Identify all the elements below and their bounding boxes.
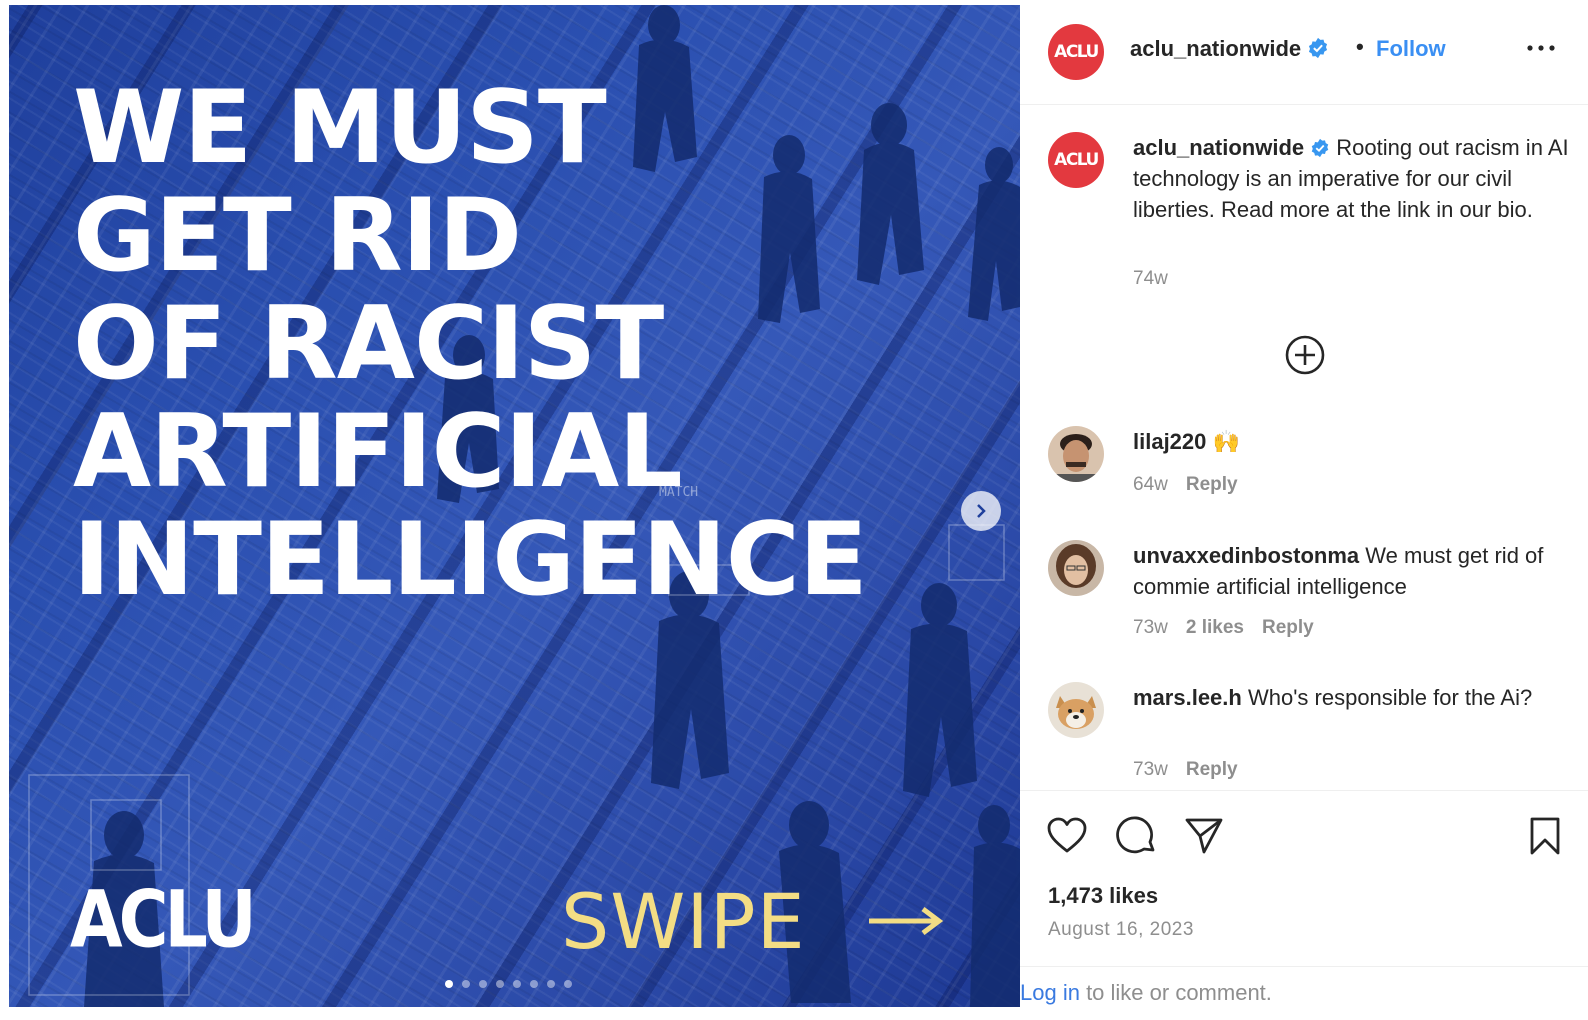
carousel-dot [530,980,538,988]
comment-username[interactable]: unvaxxedinbostonma [1133,543,1359,568]
carousel-dot [513,980,521,988]
swipe-label: SWIPE [561,877,806,966]
reply-button[interactable]: Reply [1186,474,1238,495]
comment-meta: 73w Reply [1133,759,1256,781]
post-header: ACLU aclu_nationwide • Follow [1020,0,1588,105]
headline-line: OF RACIST [73,284,664,402]
comment-likes[interactable]: 2 likes [1186,617,1244,638]
verified-badge-icon [1309,37,1328,59]
comment-icon[interactable] [1115,815,1157,857]
user-photo-icon [1048,540,1104,596]
dog-photo-icon [1048,682,1104,738]
carousel-indicator [445,980,572,988]
heart-icon[interactable] [1046,815,1088,857]
verified-badge-icon [1311,138,1329,158]
carousel-dot [547,980,555,988]
reply-button[interactable]: Reply [1186,759,1238,780]
caption-username[interactable]: aclu_nationwide [1133,135,1304,160]
comment-username[interactable]: lilaj220 [1133,429,1206,454]
author-username[interactable]: aclu_nationwide [1130,36,1301,61]
comment-time[interactable]: 73w [1133,759,1168,780]
carousel-dot [564,980,572,988]
caption-text-block: aclu_nationwide Rooting out racism in AI… [1133,132,1573,225]
headline-line: INTELLIGENCE [73,500,868,618]
login-prompt-text: to like or comment. [1079,980,1272,1005]
follow-button[interactable]: Follow [1376,36,1446,62]
swipe-arrow-icon [869,907,943,935]
post-date: August 16, 2023 [1048,919,1194,940]
post-headline: WE MUST GET RID OF RACIST ARTIFICIAL INT… [73,68,868,618]
comment-text-block: mars.lee.h Who's responsible for the Ai? [1133,682,1573,713]
headline-line: GET RID [73,176,522,294]
carousel-dot [445,980,453,988]
avatar[interactable] [1048,682,1104,738]
bookmark-icon[interactable] [1524,815,1566,857]
login-prompt: Log in to like or comment. [1020,966,1588,1020]
carousel-dot [479,980,487,988]
comment-text: Who's responsible for the Ai? [1247,685,1533,710]
avatar[interactable]: ACLU [1048,24,1104,80]
caption-meta: 74w [1133,268,1186,290]
user-photo-icon [1048,426,1104,482]
aclu-logo: ACLU [70,875,257,966]
comment-text-block: lilaj220 🙌 [1133,426,1240,457]
avatar[interactable] [1048,540,1104,596]
carousel-dot [462,980,470,988]
comment-meta: 73w 2 likes Reply [1133,617,1332,639]
comment-time[interactable]: 73w [1133,617,1168,638]
comments-list: ACLU aclu_nationwide Rooting out racism … [1020,106,1588,790]
caption-time[interactable]: 74w [1133,268,1168,289]
chevron-right-icon [977,504,986,518]
comment-meta: 64w Reply [1133,474,1256,496]
post-details-panel: ACLU aclu_nationwide • Follow ACLU aclu_… [1020,0,1588,1020]
comment-time[interactable]: 64w [1133,474,1168,495]
more-options-icon[interactable] [1524,38,1558,58]
author-username-row: aclu_nationwide [1130,36,1329,62]
avatar[interactable]: ACLU [1048,132,1104,188]
headline-line: ARTIFICIAL [73,392,683,510]
comment-text-block: unvaxxedinbostonma We must get rid of co… [1133,540,1573,602]
reply-button[interactable]: Reply [1262,617,1314,638]
load-more-comments-icon[interactable] [1284,334,1326,376]
share-icon[interactable] [1183,815,1225,857]
header-separator: • [1356,34,1364,59]
login-link[interactable]: Log in [1020,980,1080,1005]
carousel-dot [496,980,504,988]
next-slide-button[interactable] [961,491,1001,531]
comment-text: 🙌 [1212,429,1240,454]
avatar[interactable] [1048,426,1104,482]
post-image[interactable]: MATCH WE MUST GET RID OF RACIST ARTIFICI… [9,5,1020,1007]
post-actions: 1,473 likes August 16, 2023 [1020,790,1588,966]
like-count[interactable]: 1,473 likes [1048,883,1158,909]
headline-line: WE MUST [73,68,607,186]
comment-username[interactable]: mars.lee.h [1133,685,1242,710]
